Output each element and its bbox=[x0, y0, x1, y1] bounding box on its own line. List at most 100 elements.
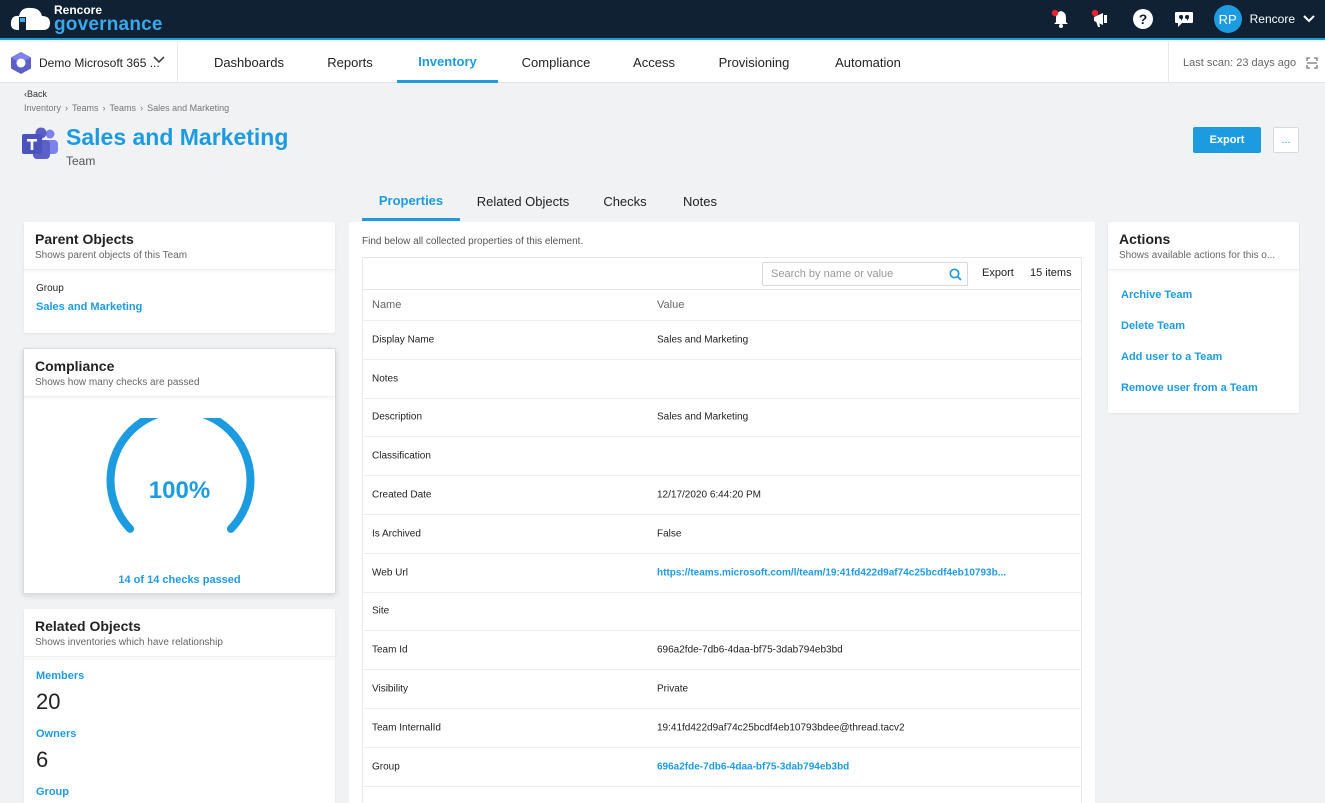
nav-compliance[interactable]: Compliance bbox=[510, 42, 602, 83]
last-scan-text: Last scan: 23 days ago bbox=[1183, 56, 1297, 69]
chevron-down-icon bbox=[153, 56, 165, 64]
table-row: Visibility Private bbox=[363, 670, 1081, 709]
column-header-value[interactable]: Value bbox=[657, 299, 684, 311]
group-link[interactable]: Group bbox=[36, 786, 69, 798]
table-export-button[interactable]: Export bbox=[982, 267, 1014, 279]
card-subtitle: Shows how many checks are passed bbox=[35, 377, 200, 388]
property-name: Description bbox=[372, 411, 423, 423]
property-value-link[interactable]: https://teams.microsoft.com/l/team/19:41… bbox=[657, 567, 1006, 578]
chevron-down-icon[interactable] bbox=[1303, 15, 1315, 23]
table-row: Web Url https://teams.microsoft.com/l/tea… bbox=[363, 554, 1081, 593]
table-row: Site bbox=[363, 593, 1081, 632]
property-name: Notes bbox=[372, 373, 399, 385]
table-row: Is Archived False bbox=[363, 515, 1081, 554]
property-name: Classification bbox=[372, 450, 431, 462]
cloud-logo-icon bbox=[10, 7, 50, 30]
remove-user-action[interactable]: Remove user from a Team bbox=[1121, 382, 1258, 394]
announcements-icon[interactable] bbox=[1087, 4, 1117, 34]
property-value: False bbox=[657, 528, 682, 540]
properties-panel: Find below all collected properties of t… bbox=[349, 222, 1095, 803]
delete-team-action[interactable]: Delete Team bbox=[1121, 320, 1185, 332]
more-options-button[interactable]: ... bbox=[1273, 127, 1299, 153]
card-title: Compliance bbox=[35, 358, 115, 374]
parent-objects-card: Parent Objects Shows parent objects of t… bbox=[24, 222, 335, 333]
property-name: Site bbox=[372, 605, 390, 617]
nav-automation[interactable]: Automation bbox=[823, 42, 913, 83]
parent-object-link[interactable]: Sales and Marketing bbox=[36, 301, 142, 313]
members-count: 20 bbox=[36, 689, 61, 714]
compliance-card: Compliance Shows how many checks are pas… bbox=[23, 348, 336, 594]
table-row: Group 696a2fde-7db6-4daa-bf75-3dab794eb3b… bbox=[363, 748, 1081, 787]
table-body: Display Name Sales and Marketing Notes Desc… bbox=[363, 321, 1081, 787]
search-input[interactable]: Search by name or value bbox=[762, 262, 968, 286]
add-user-action[interactable]: Add user to a Team bbox=[1121, 351, 1222, 363]
search-icon[interactable] bbox=[949, 268, 962, 281]
table-row: Team InternalId 19:41fd422d9af74c25bcdf4e… bbox=[363, 709, 1081, 748]
property-value-link[interactable]: 696a2fde-7db6-4daa-bf75-3dab794eb3bd bbox=[657, 761, 849, 772]
card-subtitle: Shows available actions for this o... bbox=[1119, 250, 1276, 261]
property-value: Sales and Marketing bbox=[657, 411, 749, 423]
nav-reports[interactable]: Reports bbox=[310, 42, 390, 83]
property-name: Display Name bbox=[372, 334, 435, 346]
owners-count: 6 bbox=[36, 747, 49, 772]
property-name: Team Id bbox=[372, 644, 408, 656]
gauge-fill bbox=[106, 418, 255, 533]
table-row: Description Sales and Marketing bbox=[363, 399, 1081, 438]
page-subtitle: Team bbox=[66, 154, 96, 168]
scan-icon[interactable] bbox=[1306, 56, 1318, 69]
properties-table: Search by name or value Export 15 items … bbox=[362, 257, 1082, 803]
card-subtitle: Shows parent objects of this Team bbox=[35, 250, 188, 261]
user-avatar[interactable]: RP bbox=[1213, 5, 1242, 33]
table-row: Team Id 696a2fde-7db6-4daa-bf75-3dab794eb… bbox=[363, 631, 1081, 671]
actions-card: Actions Shows available actions for this… bbox=[1108, 222, 1299, 413]
table-row: Created Date 12/17/2020 6:44:20 PM bbox=[363, 476, 1081, 515]
checks-passed-link[interactable]: 14 of 14 checks passed bbox=[24, 574, 335, 586]
nav-provisioning[interactable]: Provisioning bbox=[706, 42, 802, 83]
nav-inventory[interactable]: Inventory bbox=[397, 42, 498, 83]
related-objects-card: Related Objects Shows inventories which … bbox=[24, 609, 335, 803]
property-name: Group bbox=[372, 761, 400, 773]
tenant-name: Demo Microsoft 365 ... bbox=[39, 55, 160, 70]
property-value: 19:41fd422d9af74c25bcdf4eb10793bdee@thre… bbox=[657, 722, 905, 734]
property-name: Team InternalId bbox=[372, 722, 441, 734]
item-count: 15 items bbox=[1030, 267, 1072, 279]
property-value: 696a2fde-7db6-4daa-bf75-3dab794eb3bd bbox=[657, 644, 843, 656]
feedback-icon[interactable] bbox=[1169, 4, 1199, 34]
tab-related-objects[interactable]: Related Objects bbox=[468, 182, 578, 221]
members-link[interactable]: Members bbox=[36, 670, 84, 682]
export-button[interactable]: Export bbox=[1193, 127, 1261, 153]
nav-access[interactable]: Access bbox=[620, 42, 688, 83]
top-bar: Rencore governance ? RP Rencore bbox=[0, 0, 1325, 40]
property-name: Web Url bbox=[372, 567, 408, 579]
breadcrumb-item: Sales and Marketing bbox=[147, 103, 230, 113]
tab-checks[interactable]: Checks bbox=[593, 182, 657, 221]
property-value: Private bbox=[657, 683, 689, 695]
tab-properties[interactable]: Properties bbox=[362, 182, 460, 221]
table-header: Name Value bbox=[363, 290, 1081, 321]
breadcrumb-item[interactable]: Teams bbox=[110, 103, 137, 113]
back-label[interactable]: Back bbox=[27, 89, 47, 99]
breadcrumb-item[interactable]: Teams bbox=[72, 103, 99, 113]
tenant-selector[interactable]: Demo Microsoft 365 ... bbox=[0, 42, 178, 83]
archive-team-action[interactable]: Archive Team bbox=[1121, 289, 1192, 301]
breadcrumb-item[interactable]: Inventory bbox=[24, 103, 61, 113]
card-title: Parent Objects bbox=[35, 231, 134, 247]
tab-notes[interactable]: Notes bbox=[670, 182, 730, 221]
rencore-logo[interactable]: Rencore governance bbox=[10, 2, 163, 36]
nav-dashboards[interactable]: Dashboards bbox=[199, 42, 299, 83]
tenant-logo-icon bbox=[11, 51, 31, 74]
main-nav: Demo Microsoft 365 ... Dashboards Report… bbox=[0, 42, 1325, 83]
last-scan: Last scan: 23 days ago bbox=[1168, 42, 1325, 83]
notifications-icon[interactable] bbox=[1046, 4, 1076, 34]
user-name[interactable]: Rencore bbox=[1250, 12, 1295, 26]
back-link[interactable]: ‹Back bbox=[24, 89, 47, 99]
help-icon[interactable]: ? bbox=[1128, 4, 1158, 34]
column-header-name[interactable]: Name bbox=[372, 299, 401, 311]
property-value: 12/17/2020 6:44:20 PM bbox=[657, 489, 761, 501]
card-subtitle: Shows inventories which have relationshi… bbox=[35, 637, 223, 648]
page-title: Sales and Marketing bbox=[66, 124, 289, 150]
table-toolbar: Search by name or value Export 15 items bbox=[363, 258, 1081, 290]
parent-type-label: Group bbox=[36, 283, 64, 294]
owners-link[interactable]: Owners bbox=[36, 728, 76, 740]
property-name: Created Date bbox=[372, 489, 432, 501]
